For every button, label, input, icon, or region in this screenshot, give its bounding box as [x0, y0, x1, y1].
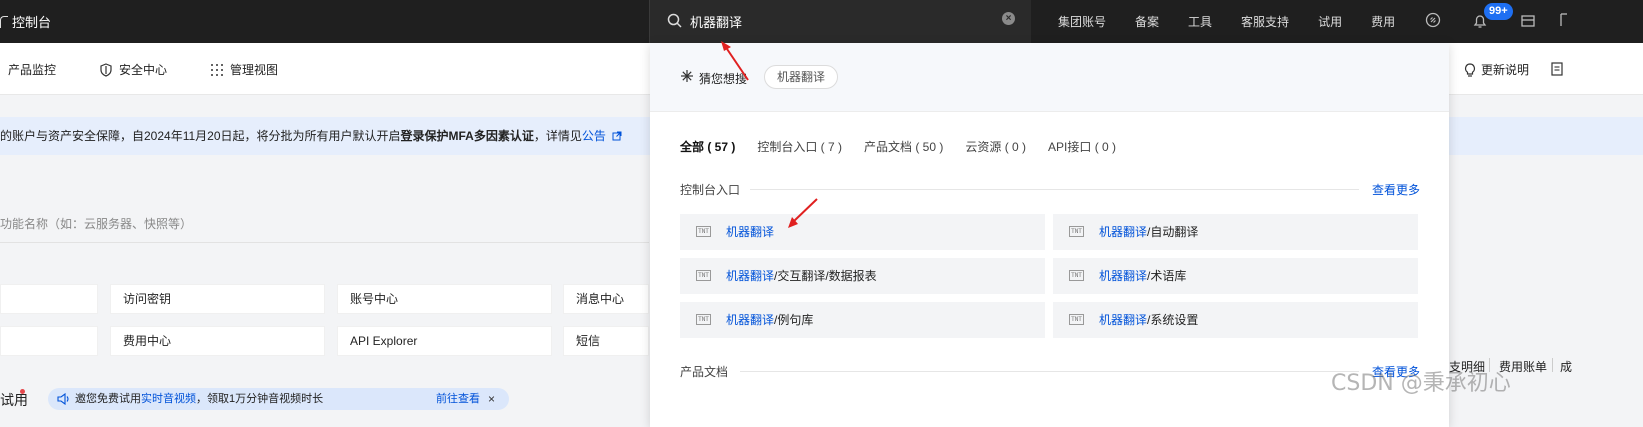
result-item[interactable]: TNT 机器翻译/例句库: [680, 302, 1045, 338]
section-product-docs: 产品文档: [680, 365, 729, 379]
search-icon: [667, 13, 682, 28]
tile-account-center[interactable]: 账号中心: [337, 284, 552, 314]
result-tabs: 全部 ( 57 ) 控制台入口 ( 7 ) 产品文档 ( 50 ) 云资源 ( …: [680, 138, 1116, 155]
manage-view-link[interactable]: 管理视图: [210, 61, 278, 78]
result-highlight: 机器翻译: [1099, 313, 1148, 327]
product-monitor-link[interactable]: 产品监控: [8, 61, 56, 78]
security-center-label: 安全中心: [119, 63, 168, 77]
promo-product-link[interactable]: 实时音视频: [141, 393, 196, 405]
notice-announcement-link[interactable]: 公告: [582, 129, 606, 143]
promo-go-link[interactable]: 前往查看: [436, 388, 480, 410]
result-highlight: 机器翻译: [1099, 269, 1148, 283]
menu-edge-icon[interactable]: [1560, 12, 1568, 28]
divider: [750, 189, 1359, 190]
tile-sms[interactable]: 短信: [563, 326, 649, 356]
console-logo-icon: [0, 15, 8, 28]
result-highlight: 机器翻译: [726, 225, 775, 239]
result-item[interactable]: TNT 机器翻译: [680, 214, 1045, 250]
console-entry-icon: TNT: [696, 226, 711, 237]
tab-all[interactable]: 全部 ( 57 ): [680, 138, 735, 155]
tab-cloud-resources[interactable]: 云资源 ( 0 ): [965, 138, 1026, 155]
result-path: /自动翻译: [1147, 225, 1199, 239]
top-bar: 控制台 机器翻译 × 集团账号 备案 工具 客服支持 试用 费用 99+: [0, 0, 1643, 43]
close-icon[interactable]: ×: [488, 388, 495, 410]
divider: [0, 242, 649, 243]
tile-blank-2[interactable]: [0, 326, 98, 356]
product-monitor-label: 产品监控: [8, 63, 57, 77]
link-icon[interactable]: [1425, 12, 1441, 28]
notice-text: 的账户与资产安全保障，自2024年11月20日起，将分批为所有用户默认开启: [0, 129, 401, 143]
security-center-link[interactable]: 安全中心: [99, 61, 167, 78]
search-dropdown-panel: 猜您想搜 机器翻译 全部 ( 57 ) 控制台入口 ( 7 ) 产品文档 ( 5…: [650, 43, 1449, 427]
document-icon[interactable]: [1551, 62, 1563, 76]
promo-text: 邀您免费试用: [75, 393, 141, 405]
guess-tag-machine-translation[interactable]: 机器翻译: [764, 65, 839, 89]
sparkle-icon: [681, 70, 693, 82]
nav-billing[interactable]: 费用: [1371, 13, 1395, 30]
divider: [1552, 358, 1553, 372]
console-entry-icon: TNT: [1069, 226, 1084, 237]
result-path: /术语库: [1147, 269, 1187, 283]
result-item[interactable]: TNT 机器翻译/系统设置: [1053, 302, 1418, 338]
function-search-input[interactable]: 功能名称（如：云服务器、快照等）: [0, 215, 649, 232]
nav-filing[interactable]: 备案: [1135, 13, 1159, 30]
console-title: 控制台: [12, 15, 52, 30]
global-search-input[interactable]: 机器翻译 ×: [649, 0, 1031, 43]
result-highlight: 机器翻译: [726, 313, 775, 327]
nav-support[interactable]: 客服支持: [1241, 13, 1289, 30]
tile-api-explorer[interactable]: API Explorer: [337, 326, 552, 356]
annotation-arrow-result: [788, 198, 818, 228]
result-item[interactable]: TNT 机器翻译/交互翻译/数据报表: [680, 258, 1045, 294]
divider: [740, 371, 1359, 372]
annotation-arrow-search: [721, 41, 749, 81]
result-path: /例句库: [774, 313, 814, 327]
tab-api[interactable]: API接口 ( 0 ): [1048, 138, 1116, 155]
tab-product-docs[interactable]: 产品文档 ( 50 ): [864, 138, 943, 155]
result-path: /系统设置: [1147, 313, 1199, 327]
update-notes-label: 更新说明: [1481, 63, 1530, 77]
shield-icon: [100, 62, 112, 77]
promo-text-after: ，领取1万分钟音视频时长: [196, 393, 324, 405]
grid-icon: [211, 63, 223, 76]
console-entry-icon: TNT: [696, 270, 711, 281]
result-highlight: 机器翻译: [1099, 225, 1148, 239]
tile-blank[interactable]: [0, 284, 98, 314]
top-nav: 集团账号 备案 工具 客服支持 试用 费用: [1058, 0, 1424, 43]
notice-text-after: ，详情见: [533, 129, 582, 143]
speaker-icon: [57, 393, 69, 405]
notice-bold-text: 登录保护MFA多因素认证: [400, 129, 534, 143]
manage-view-label: 管理视图: [230, 63, 279, 77]
nav-group-account[interactable]: 集团账号: [1058, 13, 1106, 30]
tile-message-center[interactable]: 消息中心: [563, 284, 649, 314]
console-home-link[interactable]: 控制台: [0, 12, 51, 31]
cost-link[interactable]: 成: [1560, 358, 1572, 375]
nav-trial[interactable]: 试用: [1318, 13, 1342, 30]
tab-console-entry[interactable]: 控制台入口 ( 7 ): [757, 138, 842, 155]
console-entry-icon: TNT: [696, 314, 711, 325]
doc-result-row-clipped[interactable]: [680, 403, 1418, 427]
notification-badge: 99+: [1484, 3, 1513, 20]
tile-access-key[interactable]: 访问密钥: [110, 284, 325, 314]
see-more-console-link[interactable]: 查看更多: [1372, 181, 1420, 198]
update-notes-link[interactable]: 更新说明: [1464, 61, 1529, 78]
watermark: CSDN @秉承初心: [1331, 371, 1511, 396]
tile-billing-center[interactable]: 费用中心: [110, 326, 325, 356]
clear-search-icon[interactable]: ×: [1002, 12, 1015, 25]
console-entry-icon: TNT: [1069, 270, 1084, 281]
lightbulb-icon: [1464, 62, 1476, 77]
result-path: /交互翻译/数据报表: [774, 269, 877, 283]
search-value[interactable]: 机器翻译: [690, 12, 742, 31]
trial-promo-banner: 邀您免费试用实时音视频，领取1万分钟音视频时长 前往查看 ×: [48, 388, 509, 410]
cart-icon[interactable]: [1520, 13, 1536, 29]
result-item[interactable]: TNT 机器翻译/自动翻译: [1053, 214, 1418, 250]
result-highlight: 机器翻译: [726, 269, 775, 283]
trial-red-dot: [20, 389, 25, 394]
external-link-icon[interactable]: [612, 131, 622, 141]
console-entry-icon: TNT: [1069, 314, 1084, 325]
nav-tools[interactable]: 工具: [1188, 13, 1212, 30]
section-console-entry: 控制台入口: [680, 183, 741, 197]
guess-section: 猜您想搜 机器翻译: [650, 43, 1449, 112]
result-item[interactable]: TNT 机器翻译/术语库: [1053, 258, 1418, 294]
